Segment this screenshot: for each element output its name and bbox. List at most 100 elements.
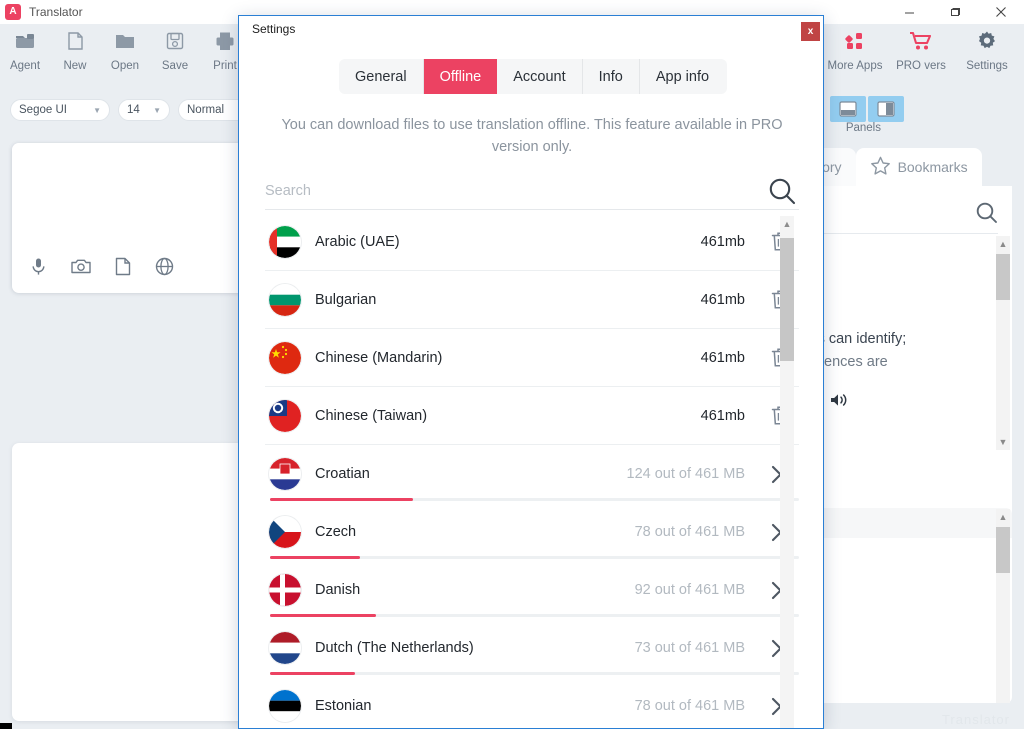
download-progress-bar (270, 672, 799, 675)
language-name: Danish (315, 582, 361, 598)
ribbon-button-new[interactable]: New (50, 24, 100, 72)
flag-icon-bg (269, 283, 301, 316)
ribbon-button-open[interactable]: Open (100, 24, 150, 72)
agent-folder-icon (14, 30, 36, 57)
list-item[interactable]: Arabic (UAE) 461mb (265, 213, 799, 271)
input-editor-tools (30, 257, 174, 281)
ribbon-button-more-apps[interactable]: More Apps (822, 24, 888, 72)
save-disk-icon (164, 30, 186, 57)
font-size-select[interactable]: 14 ▼ (118, 99, 170, 121)
settings-dialog-close-button[interactable]: x (801, 22, 820, 41)
download-progress-bar (270, 498, 799, 501)
flag-icon-tw (269, 399, 301, 432)
language-size: 461mb (700, 233, 745, 250)
font-family-value: Segoe UI (19, 104, 67, 116)
scroll-down-icon[interactable]: ▼ (996, 434, 1010, 450)
font-family-select[interactable]: Segoe UI ▼ (10, 99, 110, 121)
scroll-up-icon[interactable]: ▲ (996, 509, 1010, 525)
list-item[interactable]: Bulgarian 461mb (265, 271, 799, 329)
language-list-scrollbar[interactable]: ▲ (780, 216, 794, 728)
right-panel-scroll-thumb[interactable] (996, 254, 1010, 300)
minimize-button[interactable] (886, 0, 932, 24)
flag-icon-ae (269, 225, 301, 258)
ribbon-label-settings: Settings (966, 60, 1008, 72)
tab-app-info[interactable]: App info (640, 59, 725, 94)
more-apps-icon (844, 30, 866, 57)
panels-label: Panels (845, 122, 881, 134)
ribbon-right-group: More Apps PRO vers Settings (822, 24, 1020, 72)
font-style-value: Normal (187, 104, 225, 116)
search-icon[interactable] (767, 176, 797, 211)
output-editor-card[interactable] (12, 443, 264, 721)
ribbon-button-agent[interactable]: Agent (0, 24, 50, 72)
chevron-down-icon: ▼ (93, 105, 101, 115)
maximize-button[interactable] (932, 0, 978, 24)
settings-dialog: Settings x General Offline Account Info … (238, 15, 824, 729)
window-controls (886, 0, 1024, 24)
list-item[interactable]: Danish 92 out of 461 MB (265, 561, 799, 619)
language-list[interactable]: Arabic (UAE) 461mb Bulgarian 461mb Chine… (265, 213, 799, 728)
language-name: Bulgarian (315, 291, 377, 308)
tab-general[interactable]: General (339, 59, 424, 94)
ribbon-label-pro-version: PRO vers (896, 60, 946, 72)
ribbon-button-save[interactable]: Save (150, 24, 200, 72)
ribbon-button-pro-version[interactable]: PRO vers (888, 24, 954, 72)
tab-bookmarks[interactable]: Bookmarks (855, 148, 982, 186)
language-size: 461mb (700, 349, 745, 366)
language-progress-text: 124 out of 461 MB (626, 466, 746, 482)
document-icon[interactable] (115, 257, 131, 281)
tab-info[interactable]: Info (583, 59, 640, 94)
language-name: Chinese (Mandarin) (315, 349, 443, 366)
download-progress-bar (270, 556, 799, 559)
scroll-up-icon[interactable]: ▲ (780, 216, 794, 232)
open-folder-icon (114, 30, 136, 57)
language-search-placeholder: Search (265, 182, 311, 199)
panel-toggle-group (830, 96, 904, 122)
list-item[interactable]: Croatian 124 out of 461 MB (265, 445, 799, 503)
printer-icon (214, 30, 236, 57)
close-button[interactable] (978, 0, 1024, 24)
ribbon-button-settings[interactable]: Settings (954, 24, 1020, 72)
language-list-scroll-thumb[interactable] (780, 238, 794, 361)
list-item[interactable]: Chinese (Taiwan) 461mb (265, 387, 799, 445)
list-item[interactable]: Estonian 78 out of 461 MB (265, 677, 799, 728)
camera-icon[interactable] (71, 257, 91, 281)
ribbon-label-more-apps: More Apps (827, 60, 883, 72)
tab-bookmarks-label: Bookmarks (897, 159, 968, 175)
scroll-up-icon[interactable]: ▲ (996, 236, 1010, 252)
tab-offline[interactable]: Offline (423, 59, 498, 94)
list-item[interactable]: Chinese (Mandarin) 461mb (265, 329, 799, 387)
list-item[interactable]: Czech 78 out of 461 MB (265, 503, 799, 561)
language-name: Estonian (315, 698, 372, 714)
language-progress-text: 73 out of 461 MB (634, 640, 745, 656)
settings-dialog-title: Settings (252, 22, 296, 36)
ribbon-label-print: Print (213, 60, 237, 72)
panel-layout-vertical-button[interactable] (868, 96, 904, 122)
microphone-icon[interactable] (30, 257, 47, 281)
right-panel-scrollbar[interactable]: ▲ ▼ (996, 236, 1010, 450)
right-panel-lower-scrollbar[interactable]: ▲ (996, 509, 1010, 703)
language-name: Croatian (315, 466, 370, 482)
app-title: Translator (29, 5, 83, 19)
ribbon-label-agent: Agent (9, 60, 41, 72)
list-item[interactable]: Dutch (The Netherlands) 73 out of 461 MB (265, 619, 799, 677)
flag-icon-hr (269, 458, 301, 490)
language-progress-text: 92 out of 461 MB (634, 582, 745, 598)
language-name: Dutch (The Netherlands) (315, 640, 474, 656)
flag-icon-ee (269, 690, 301, 722)
globe-icon[interactable] (155, 257, 174, 281)
taskbar-edge (0, 723, 12, 729)
flag-icon-nl (269, 632, 301, 664)
input-editor-card[interactable] (12, 143, 264, 293)
language-search-field[interactable]: Search (265, 172, 799, 210)
language-name: Chinese (Taiwan) (315, 407, 428, 424)
watermark-text: Translator (941, 712, 1010, 727)
settings-tabs: General Offline Account Info App info (339, 59, 727, 94)
speaker-icon[interactable] (830, 392, 848, 416)
tab-account[interactable]: Account (497, 59, 583, 94)
flag-icon-cn (269, 341, 301, 374)
panel-layout-horizontal-button[interactable] (830, 96, 866, 122)
right-panel-lower-scroll-thumb[interactable] (996, 527, 1010, 573)
search-icon[interactable] (975, 201, 998, 229)
language-name: Czech (315, 524, 357, 540)
